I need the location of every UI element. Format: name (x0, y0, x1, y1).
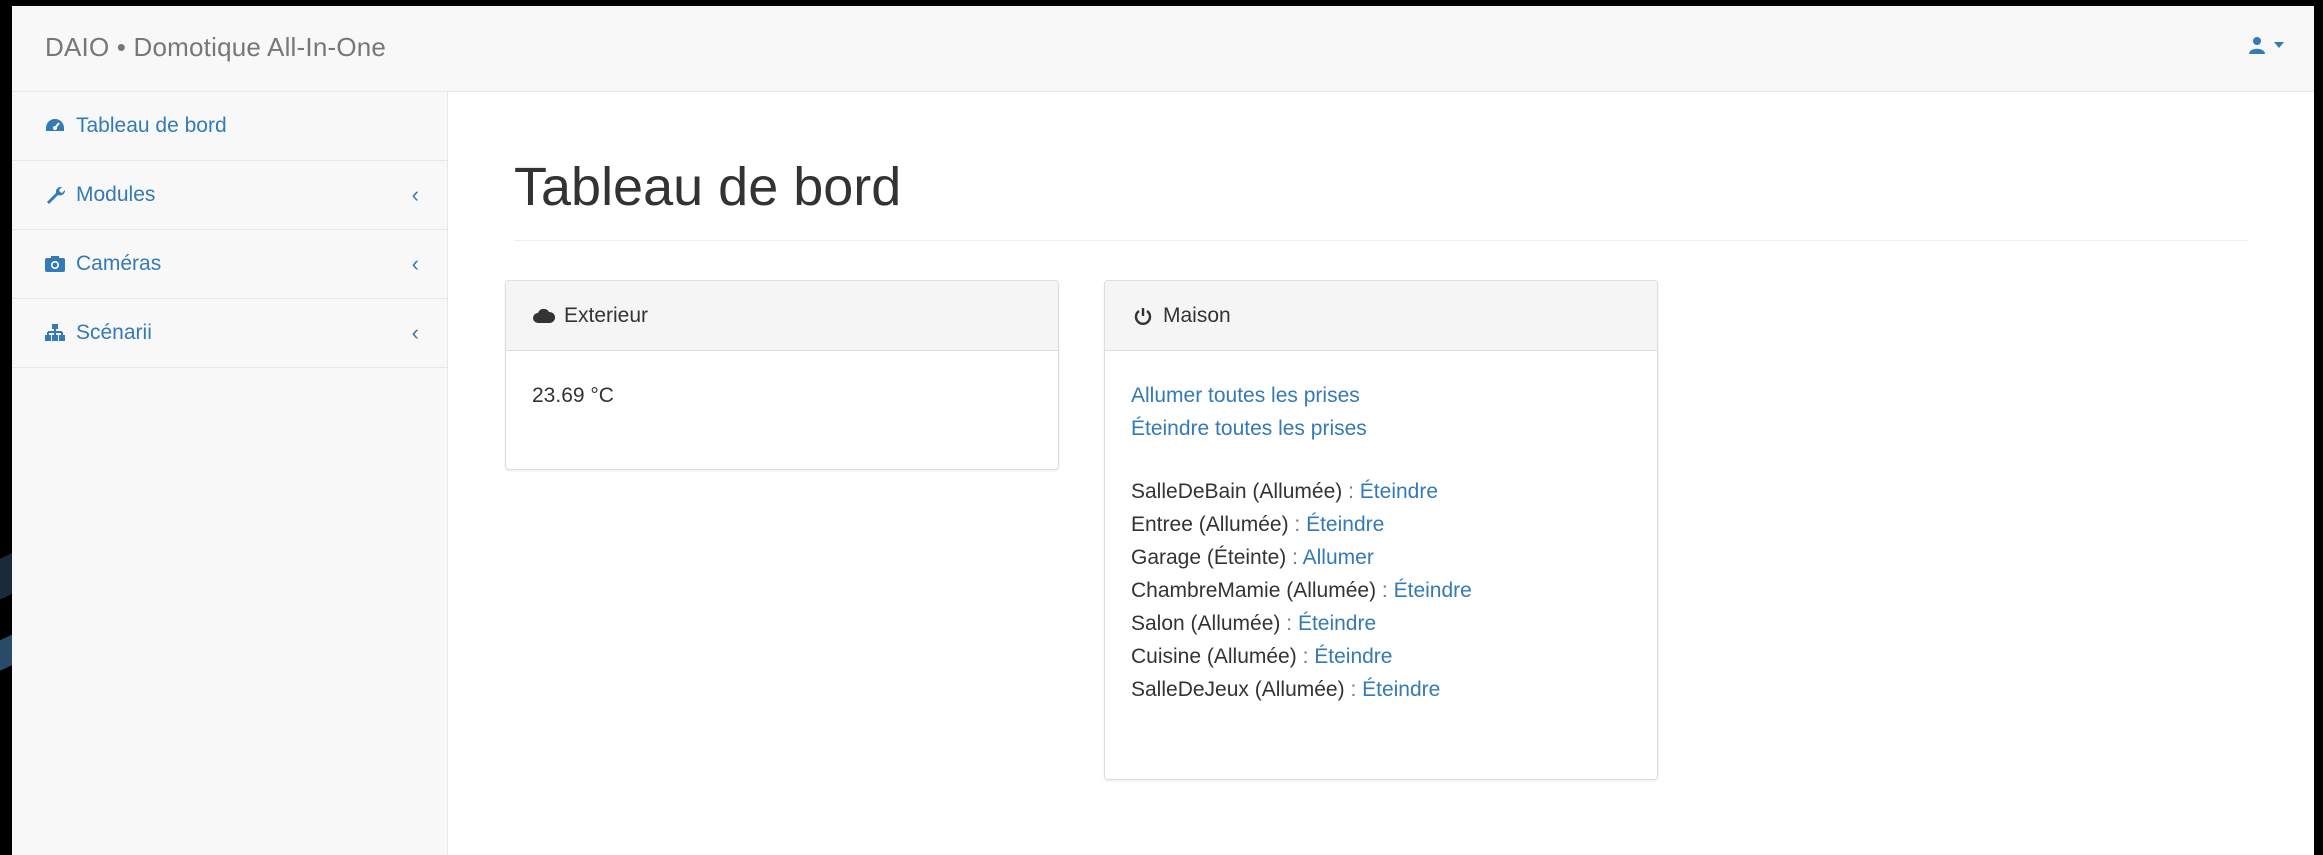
device-row: Entree (Allumée) : Éteindre (1131, 508, 1631, 541)
sidebar-item-label: Caméras (76, 252, 162, 275)
chevron-left-icon: ‹ (411, 182, 419, 207)
device-toggle-link[interactable]: Éteindre (1298, 612, 1376, 635)
device-toggle-link[interactable]: Éteindre (1306, 513, 1384, 536)
title-divider (514, 240, 2248, 241)
device-row: ChambreMamie (Allumée) : Éteindre (1131, 574, 1631, 607)
sidebar-item-label: Modules (76, 183, 156, 206)
caret-down-icon (2274, 41, 2284, 49)
exterior-heading-label: Exterieur (564, 303, 649, 327)
user-menu-button[interactable] (2248, 36, 2284, 54)
device-name: SalleDeBain (Allumée) (1131, 480, 1343, 503)
sitemap-icon (42, 322, 68, 344)
sidebar-item-label: Tableau de bord (76, 114, 227, 137)
exterior-panel: Exterieur 23.69 °C (505, 280, 1059, 470)
device-separator: : (1348, 480, 1354, 503)
device-row: SalleDeBain (Allumée) : Éteindre (1131, 475, 1631, 508)
power-icon (1131, 306, 1155, 326)
exterior-temperature: 23.69 °C (532, 384, 614, 407)
sidebar-item-modules[interactable]: Modules ‹ (12, 161, 447, 230)
dashboard-icon (42, 115, 68, 137)
device-name: Entree (Allumée) (1131, 513, 1289, 536)
page-title: Tableau de bord (514, 157, 902, 217)
sidebar-item-tableau-de-bord[interactable]: Tableau de bord (12, 92, 447, 161)
device-name: ChambreMamie (Allumée) (1131, 579, 1377, 602)
house-heading-label: Maison (1163, 303, 1231, 327)
device-row: Garage (Éteinte) : Allumer (1131, 541, 1631, 574)
device-name: Garage (Éteinte) (1131, 546, 1287, 569)
device-toggle-link[interactable]: Éteindre (1360, 480, 1438, 503)
device-separator: : (1350, 678, 1357, 701)
device-row: Cuisine (Allumée) : Éteindre (1131, 640, 1631, 673)
device-separator: : (1381, 579, 1388, 602)
wrench-icon (42, 184, 68, 206)
brand-title[interactable]: DAIO • Domotique All-In-One (45, 32, 386, 63)
device-separator: : (1294, 513, 1301, 536)
sidebar-item-label: Scénarii (76, 321, 152, 344)
sidebar: Tableau de bord Modules ‹ Caméras ‹ Scén… (12, 92, 448, 855)
device-separator: : (1286, 612, 1293, 635)
device-toggle-link[interactable]: Éteindre (1394, 579, 1472, 602)
sidebar-item-cameras[interactable]: Caméras ‹ (12, 230, 447, 299)
house-panel: Maison Allumer toutes les prises Éteindr… (1104, 280, 1658, 780)
sidebar-item-scenarii[interactable]: Scénarii ‹ (12, 299, 447, 368)
device-toggle-link[interactable]: Allumer (1303, 546, 1374, 569)
device-name: SalleDeJeux (Allumée) (1131, 678, 1345, 701)
cloud-icon (532, 306, 556, 326)
device-toggle-link[interactable]: Éteindre (1314, 645, 1392, 668)
device-row: SalleDeJeux (Allumée) : Éteindre (1131, 673, 1631, 706)
camera-icon (42, 253, 68, 275)
exterior-panel-heading: Exterieur (506, 281, 1058, 351)
main-content: Tableau de bord Exterieur 23.69 °C Maiso… (448, 92, 2314, 855)
chevron-left-icon: ‹ (411, 320, 419, 345)
device-separator: : (1302, 645, 1309, 668)
device-name: Cuisine (Allumée) (1131, 645, 1297, 668)
all-off-link[interactable]: Éteindre toutes les prises (1131, 417, 1367, 440)
device-separator: : (1292, 546, 1298, 569)
app-window: DAIO • Domotique All-In-One Tableau de b… (12, 6, 2314, 855)
house-panel-heading: Maison (1105, 281, 1657, 351)
device-toggle-link[interactable]: Éteindre (1362, 678, 1440, 701)
device-name: Salon (Allumée) (1131, 612, 1281, 635)
all-on-link[interactable]: Allumer toutes les prises (1131, 384, 1360, 407)
chevron-left-icon: ‹ (411, 251, 419, 276)
device-row: Salon (Allumée) : Éteindre (1131, 607, 1631, 640)
top-navbar: DAIO • Domotique All-In-One (12, 6, 2314, 92)
user-icon (2248, 36, 2266, 54)
